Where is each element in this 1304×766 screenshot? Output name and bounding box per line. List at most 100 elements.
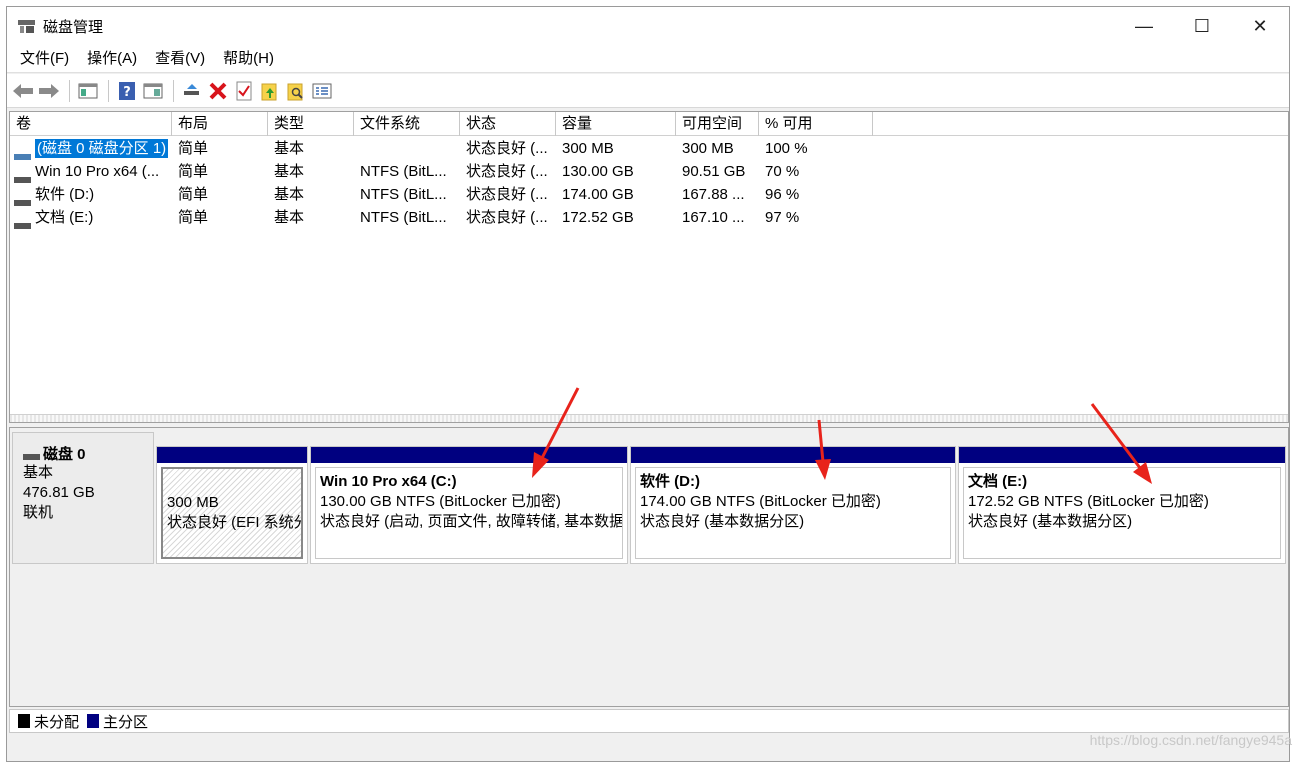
unallocated-swatch: [18, 714, 30, 728]
column-header-filesystem[interactable]: 文件系统: [354, 112, 460, 136]
drive-icon: [14, 214, 31, 229]
partition-name: 软件 (D:): [640, 473, 700, 490]
disk-0-info[interactable]: 磁盘 0 基本 476.81 GB 联机: [12, 432, 154, 564]
partition-name: 文档 (E:): [968, 473, 1028, 490]
partition-size: 172.52 GB NTFS (BitLocker 已加密): [968, 493, 1209, 510]
volume-percent-free: 97 %: [765, 209, 800, 226]
primary-partition-bar: [631, 447, 955, 463]
partition-name: Win 10 Pro x64 (C:): [320, 473, 457, 490]
disk-map-view[interactable]: 磁盘 0 基本 476.81 GB 联机 300 MB 状态良好 (EFI 系统…: [9, 427, 1289, 707]
toolbar-separator: [108, 79, 109, 102]
menu-view[interactable]: 查看(V): [146, 46, 214, 72]
volume-status: 状态良好 (...: [466, 186, 548, 203]
legend: 未分配 主分区: [9, 709, 1289, 733]
volume-row[interactable]: Win 10 Pro x64 (... 简单 基本 NTFS (BitL... …: [10, 160, 1288, 183]
minimize-button[interactable]: —: [1115, 7, 1173, 45]
disk-management-app-icon: [17, 17, 37, 35]
watermark: https://blog.csdn.net/fangye945a: [1089, 732, 1292, 748]
volume-type: 基本: [274, 140, 305, 157]
volume-name: 文档 (E:): [35, 209, 94, 226]
back-arrow-icon[interactable]: [11, 79, 35, 103]
volume-free-space: 167.10 ...: [682, 209, 745, 226]
volume-status: 状态良好 (...: [466, 209, 548, 226]
volume-row[interactable]: 文档 (E:) 简单 基本 NTFS (BitL... 状态良好 (... 17…: [10, 206, 1288, 229]
column-header-capacity[interactable]: 容量: [556, 112, 676, 136]
legend-unallocated: 未分配: [34, 713, 80, 731]
console-tree-icon[interactable]: [76, 79, 100, 103]
folder-up-icon[interactable]: [258, 79, 282, 103]
volume-capacity: 174.00 GB: [562, 186, 634, 203]
column-header-percent-free[interactable]: % 可用: [759, 112, 873, 136]
volume-status: 状态良好 (...: [466, 140, 548, 157]
volume-layout: 简单: [178, 186, 209, 203]
volume-free-space: 300 MB: [682, 140, 734, 157]
menu-bar: 文件(F) 操作(A) 查看(V) 帮助(H): [7, 45, 1289, 73]
primary-partition-bar: [959, 447, 1285, 463]
toolbar-separator: [173, 79, 174, 102]
menu-help[interactable]: 帮助(H): [214, 46, 283, 72]
menu-file[interactable]: 文件(F): [11, 46, 78, 72]
window-title: 磁盘管理: [43, 18, 104, 36]
disk-icon: [23, 449, 40, 460]
volume-list[interactable]: 卷 布局 类型 文件系统 状态 容量 可用空间 % 可用 (磁盘 0 磁盘分区 …: [9, 111, 1289, 423]
check-icon[interactable]: [232, 79, 256, 103]
volume-name: Win 10 Pro x64 (...: [35, 163, 160, 180]
partition-size: 174.00 GB NTFS (BitLocker 已加密): [640, 493, 881, 510]
partition-size: 130.00 GB NTFS (BitLocker 已加密): [320, 493, 561, 510]
volume-capacity: 172.52 GB: [562, 209, 634, 226]
partition-d[interactable]: 软件 (D:) 174.00 GB NTFS (BitLocker 已加密) 状…: [630, 446, 956, 564]
primary-partition-bar: [311, 447, 627, 463]
drive-icon: [14, 145, 31, 160]
partition-efi[interactable]: 300 MB 状态良好 (EFI 系统分: [156, 446, 308, 564]
volume-percent-free: 100 %: [765, 140, 808, 157]
volume-row[interactable]: (磁盘 0 磁盘分区 1) 简单 基本 状态良好 (... 300 MB 300…: [10, 137, 1288, 160]
volume-capacity: 300 MB: [562, 140, 614, 157]
partition-status: 状态良好 (基本数据分区): [968, 513, 1133, 530]
column-header-status[interactable]: 状态: [460, 112, 556, 136]
volume-filesystem: NTFS (BitL...: [360, 209, 447, 226]
partition-e[interactable]: 文档 (E:) 172.52 GB NTFS (BitLocker 已加密) 状…: [958, 446, 1286, 564]
primary-partition-swatch: [87, 714, 100, 728]
volume-free-space: 90.51 GB: [682, 163, 746, 180]
volume-row[interactable]: 软件 (D:) 简单 基本 NTFS (BitL... 状态良好 (... 17…: [10, 183, 1288, 206]
volume-layout: 简单: [178, 209, 209, 226]
pane-splitter[interactable]: [10, 414, 1288, 422]
delete-icon[interactable]: [206, 79, 230, 103]
volume-type: 基本: [274, 209, 305, 226]
connect-drive-icon[interactable]: [180, 79, 204, 103]
volume-capacity: 130.00 GB: [562, 163, 634, 180]
properties-icon[interactable]: [141, 79, 165, 103]
volume-name: 软件 (D:): [35, 186, 95, 203]
svg-text:?: ?: [123, 85, 131, 100]
column-header-layout[interactable]: 布局: [172, 112, 268, 136]
title-bar: 磁盘管理 — ☐ ✕: [7, 7, 1289, 45]
close-button[interactable]: ✕: [1231, 7, 1289, 45]
volume-filesystem: [354, 137, 460, 160]
maximize-button[interactable]: ☐: [1173, 7, 1231, 45]
forward-arrow-icon[interactable]: [37, 79, 61, 103]
partition-status: 状态良好 (EFI 系统分: [167, 514, 303, 531]
disk-name: 磁盘 0: [43, 445, 86, 463]
drive-icon: [14, 168, 31, 183]
drive-icon: [14, 191, 31, 206]
disk-type: 基本: [23, 464, 54, 481]
toolbar-separator: [69, 79, 70, 102]
volume-name-selected: (磁盘 0 磁盘分区 1): [35, 139, 169, 158]
volume-type: 基本: [274, 163, 305, 180]
primary-partition-bar: [157, 447, 307, 463]
volume-layout: 简单: [178, 140, 209, 157]
volume-type: 基本: [274, 186, 305, 203]
column-header-free-space[interactable]: 可用空间: [676, 112, 759, 136]
volume-status: 状态良好 (...: [466, 163, 548, 180]
column-header-volume[interactable]: 卷: [10, 112, 172, 136]
volume-percent-free: 96 %: [765, 186, 800, 203]
list-view-icon[interactable]: [310, 79, 334, 103]
disk-status: 联机: [23, 504, 54, 521]
column-header-type[interactable]: 类型: [268, 112, 354, 136]
toolbar: ?: [7, 74, 1289, 108]
folder-search-icon[interactable]: [284, 79, 308, 103]
partition-size: 300 MB: [167, 494, 219, 511]
menu-action[interactable]: 操作(A): [78, 46, 146, 72]
partition-c[interactable]: Win 10 Pro x64 (C:) 130.00 GB NTFS (BitL…: [310, 446, 628, 564]
help-icon[interactable]: ?: [115, 79, 139, 103]
